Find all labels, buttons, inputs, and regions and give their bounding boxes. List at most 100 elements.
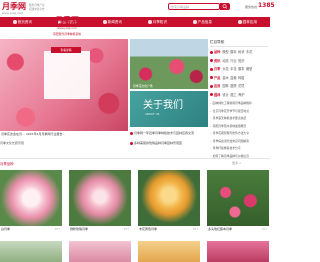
sidebar-category-row: 产品 苗木 盆栽 种苗 [210,74,270,82]
site-header: 月季网 www.yueji.com 服务月季产业 搭建交流平台 搜索月季品种 服… [0,0,275,17]
category-link[interactable]: 盆栽 [230,76,236,80]
nav-label: 首页资讯 [17,19,32,24]
product-card[interactable]: 丰花黄色月季 357 [138,170,200,233]
sidebar-title: 栏目导航 [210,40,225,44]
more-link[interactable]: 更多 > [232,161,241,165]
main-nav: 首页资讯 品种图库 新闻资讯 月季知识 产品信息 园林应用 [0,17,270,27]
news-item[interactable]: 南阳月季苗木基地发展概况 [210,123,270,131]
category-link[interactable]: 种苗 [238,76,244,80]
about-subtitle: ABOUT US [145,112,160,116]
product-name[interactable]: 白月季 [0,226,62,233]
category-link[interactable]: 设计 [222,93,228,97]
nav-item-knowledge[interactable]: 月季知识 [135,17,180,27]
box-icon [193,20,197,24]
nav-label: 园林应用 [242,19,257,24]
category-link[interactable]: 花境 [238,84,244,88]
nav-label: 产品信息 [197,19,212,24]
category-label[interactable]: 应用 [214,84,220,88]
logo-domain: www.yueji.com [2,11,24,15]
banner-detail-button[interactable]: 查看详情 [51,47,81,53]
category-link[interactable]: 园林 [222,84,228,88]
product-card[interactable]: 白月季 357 [0,170,62,233]
nav-label: 月季知识 [152,19,167,24]
mid-link-1[interactable]: 月季网一年四季月季种植技术与园林应用交流 [130,131,194,135]
category-link[interactable]: 养护 [238,93,244,97]
banner-card [44,51,90,99]
category-link[interactable]: 施工 [230,93,236,97]
product-views: 357 [54,227,60,231]
product-name[interactable]: 多头玫红藤本月季 [207,226,269,233]
sidebar-category-row: 园林 设计 施工 养护 [210,91,270,99]
category-icon [210,67,213,71]
news-item[interactable]: 园林绿化工程常用月季品种推荐 [210,100,270,108]
nav-item-landscape[interactable]: 园林应用 [225,17,270,27]
feature-image[interactable] [130,39,208,89]
category-label[interactable]: 资讯 [214,59,220,63]
nav-item-products[interactable]: 产品信息 [180,17,225,27]
mid-link-1-text: 月季网一年四季月季种植技术与园林应用交流 [134,131,195,135]
news-item[interactable]: 月季花期管理与修剪方法大全 [210,130,270,138]
product-views: 357 [123,227,129,231]
sidebar-category-row: 应用 园林 庭院 花境 [210,82,270,90]
product-image[interactable] [69,170,131,226]
category-link[interactable]: 动态 [222,59,228,63]
category-link[interactable]: 树状 [238,50,244,54]
nav-label: 新闻资讯 [107,19,122,24]
category-icon [210,76,213,79]
category-link[interactable]: 大花 [222,67,228,71]
news-item[interactable]: 月季病虫害防治常见问题解答 [210,138,270,146]
product-image[interactable] [207,170,269,226]
slogan-line-2: 搭建交流平台 [29,7,45,11]
nav-item-news[interactable]: 新闻资讯 [90,17,135,27]
category-link[interactable]: 藤本 [230,50,236,54]
category-icon [210,50,213,54]
category-label[interactable]: 品种 [214,50,220,54]
search-input[interactable]: 搜索月季品种 [168,3,220,10]
category-link[interactable]: 行业 [230,59,236,63]
product-image[interactable] [138,241,200,262]
left-link[interactable]: 月季文化长廊景观 [0,141,24,145]
category-link[interactable]: 藤本 [238,67,244,71]
news-item[interactable]: 月季扦插繁殖技术分享 [210,145,270,153]
bullet-icon [130,141,133,145]
banner-subtitle: 南阳现代月季种植基地 [53,32,81,36]
search-icon [222,4,228,9]
product-card[interactable]: 多头玫红藤本月季 357 [207,170,269,233]
product-name[interactable]: 丰花黄色月季 [138,226,200,233]
category-link[interactable]: 微型 [246,67,252,71]
tree-icon [238,20,242,24]
mid-link-2-text: 多种美丽的玫瑰品种月季园林景观苗 [134,141,183,145]
news-item[interactable]: 如何了解月季品种与价格信息 [210,153,270,161]
category-label[interactable]: 月季 [214,67,220,71]
book-icon [148,20,152,24]
product-card[interactable]: 微粉玫瑰月季 357 [69,170,131,233]
product-name[interactable]: 微粉玫瑰月季 [69,226,131,233]
category-label[interactable]: 产品 [214,76,220,80]
hotline-number: 1385 [258,2,275,9]
category-label[interactable]: 园林 [214,93,220,97]
about-title: 关于我们 [143,100,183,111]
news-item[interactable]: 月季露天种植技术要点总结 [210,115,270,123]
category-link[interactable]: 庭院 [230,84,236,88]
category-link[interactable]: 丰花 [246,50,252,54]
sidebar-news-list: 园林绿化工程常用月季品种推荐 北京月季花开季节与观赏地点 月季露天种植技术要点总… [210,100,270,160]
product-image[interactable] [0,241,62,262]
category-link[interactable]: 苗木 [222,76,228,80]
search-button[interactable] [220,3,230,10]
category-icon [210,84,213,88]
product-image[interactable] [69,241,131,262]
news-item[interactable]: 北京月季花开季节与观赏地点 [210,108,270,116]
product-image[interactable] [0,170,62,226]
section-title: 月季品种 [0,162,14,166]
category-link[interactable]: 丰花 [230,67,236,71]
nav-item-home[interactable]: 首页资讯 [0,17,45,27]
category-link[interactable]: 知识 [238,59,244,63]
category-link[interactable]: 微型 [222,50,228,54]
mid-link-2[interactable]: 多种美丽的玫瑰品种月季园林景观苗 [130,141,182,145]
product-image[interactable] [207,241,269,262]
banner-caption[interactable]: 月季花友会在月... 2025年4月月季网行业报告... [0,131,128,138]
banner-domain: www.yueji.com [57,27,77,30]
category-icon [210,59,213,62]
product-views: 357 [192,227,198,231]
product-image[interactable] [138,170,200,226]
